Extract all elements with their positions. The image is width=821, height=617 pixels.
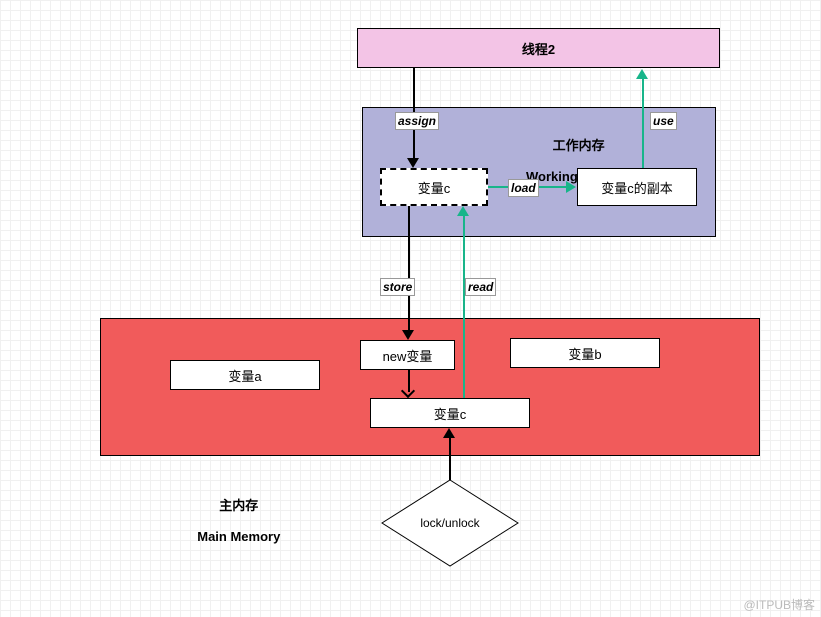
edge-lock-to-c <box>449 436 451 480</box>
lock-diamond-wrap: lock/unlock <box>380 478 520 568</box>
edge-assign-head <box>407 158 419 168</box>
edge-read-label: read <box>465 278 496 296</box>
main-var-a: 变量a <box>170 360 320 390</box>
edge-store-label: store <box>380 278 415 296</box>
edge-read <box>463 214 465 398</box>
main-var-c: 变量c <box>370 398 530 428</box>
edge-load-head <box>566 181 576 193</box>
edge-assign-label: assign <box>395 112 439 130</box>
main-memory-title-en: Main Memory <box>197 529 280 544</box>
edge-read-head <box>457 206 469 216</box>
working-memory-title-cn: 工作内存 <box>553 138 605 153</box>
edge-use-head <box>636 69 648 79</box>
working-var-c-copy: 变量c的副本 <box>577 168 697 206</box>
lock-label: lock/unlock <box>380 516 520 530</box>
edge-use-label: use <box>650 112 677 130</box>
main-new-var: new变量 <box>360 340 455 370</box>
main-memory-title-cn: 主内存 <box>219 498 258 513</box>
main-memory-title: 主内存 Main Memory <box>190 480 280 544</box>
edge-lock-to-c-head <box>443 428 455 438</box>
thread2-title: 线程2 <box>357 28 720 68</box>
edge-load-label: load <box>508 179 539 197</box>
edge-store-head <box>402 330 414 340</box>
edge-store <box>408 206 410 332</box>
edge-use <box>642 78 644 168</box>
main-var-b: 变量b <box>510 338 660 368</box>
working-var-c: 变量c <box>380 168 488 206</box>
watermark: @ITPUB博客 <box>743 596 815 613</box>
